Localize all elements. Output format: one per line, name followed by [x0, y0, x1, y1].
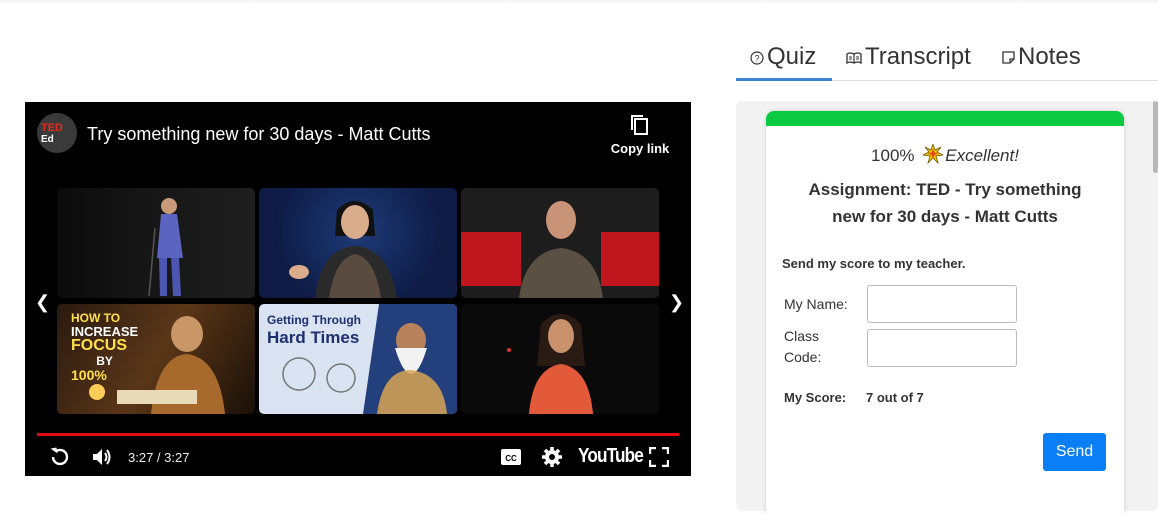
channel-logo[interactable]: TED Ed [37, 113, 77, 153]
tab-notes[interactable]: Notes [1002, 43, 1081, 71]
caption-line: Hard Times [267, 327, 360, 347]
channel-logo-ed: Ed [41, 134, 54, 145]
thumbnail-caption: HOW TO INCREASE FOCUS BY 100% [71, 312, 138, 382]
recommendation-grid: HOW TO INCREASE FOCUS BY 100% Getting Th… [57, 188, 659, 414]
top-edge [0, 0, 1158, 4]
thumbnail-caption: Getting Through Hard Times [267, 314, 361, 346]
class-code-label: Class Code: [784, 328, 822, 365]
caption-line: 100% [71, 366, 107, 383]
copy-link-label: Copy link [610, 141, 670, 156]
caption-line: FOCUS [71, 337, 127, 355]
caption-line: Getting Through [267, 313, 361, 327]
assignment-title: Assignment: TED - Try something new for … [808, 180, 1082, 226]
player-controls: 3:27 / 3:27 CC YouTube [25, 440, 691, 476]
svg-text:CC: CC [505, 454, 517, 463]
tab-label: Quiz [767, 43, 817, 70]
chevron-left-icon[interactable]: ❮ [35, 292, 50, 313]
recommendation-thumbnail[interactable] [57, 188, 255, 298]
score-status-bar [766, 111, 1124, 126]
send-score-heading: Send my score to my teacher. [782, 256, 966, 271]
send-button[interactable]: Send [1043, 433, 1106, 471]
tab-label: Notes [1018, 43, 1081, 70]
my-score-value: 7 out of 7 [866, 390, 924, 405]
question-circle-icon: ? [750, 51, 764, 65]
recommendation-thumbnail[interactable] [461, 188, 659, 298]
name-field[interactable] [867, 285, 1017, 323]
time-display: 3:27 / 3:27 [128, 450, 190, 465]
fullscreen-icon[interactable] [649, 447, 669, 467]
captions-icon[interactable]: CC [500, 448, 522, 466]
speaker-image [461, 201, 659, 298]
note-icon [1002, 51, 1015, 64]
tab-quiz[interactable]: ? Quiz [750, 43, 816, 71]
chevron-right-icon[interactable]: ❯ [669, 292, 684, 313]
result-card: 100% Excellent! Assignment: TED - Try so… [766, 111, 1124, 514]
recommendation-thumbnail[interactable] [259, 188, 457, 298]
video-title[interactable]: Try something new for 30 days - Matt Cut… [87, 124, 430, 145]
caption-line: HOW TO [71, 311, 121, 325]
volume-icon[interactable] [90, 445, 114, 469]
settings-gear-icon[interactable] [541, 446, 563, 468]
score-summary: 100% Excellent! [766, 144, 1124, 166]
speaker-image [289, 201, 397, 298]
caption-line: BY [96, 354, 113, 369]
replay-icon[interactable] [48, 445, 72, 469]
score-verdict: Excellent! [945, 146, 1019, 165]
recommendation-thumbnail[interactable]: HOW TO INCREASE FOCUS BY 100% [57, 304, 255, 414]
speaker-image [507, 314, 593, 414]
svg-text:?: ? [754, 53, 759, 63]
video-player[interactable]: TED Ed Try something new for 30 days - M… [25, 102, 691, 476]
speaker-image [148, 198, 183, 297]
my-score-label: My Score: [784, 390, 847, 405]
youtube-logo[interactable]: YouTube [578, 445, 644, 468]
recommendation-thumbnail[interactable]: Getting Through Hard Times [259, 304, 457, 414]
name-label: My Name: [784, 296, 848, 312]
book-icon [846, 52, 862, 64]
class-code-field[interactable] [867, 329, 1017, 367]
channel-logo-ted: TED [41, 122, 63, 134]
burst-icon [923, 144, 944, 164]
tab-bar: ? Quiz Transcript Notes [736, 40, 1158, 81]
copy-icon [631, 115, 648, 135]
tab-label: Transcript [865, 43, 971, 70]
copy-link-button[interactable]: Copy link [605, 114, 675, 158]
progress-bar[interactable] [37, 433, 679, 436]
scrollbar[interactable] [1153, 101, 1158, 173]
score-percent: 100% [871, 146, 915, 165]
active-tab-indicator [736, 78, 832, 81]
recommendation-thumbnail[interactable] [461, 304, 659, 414]
tab-transcript[interactable]: Transcript [846, 43, 971, 71]
caption-line: INCREASE [71, 323, 139, 339]
